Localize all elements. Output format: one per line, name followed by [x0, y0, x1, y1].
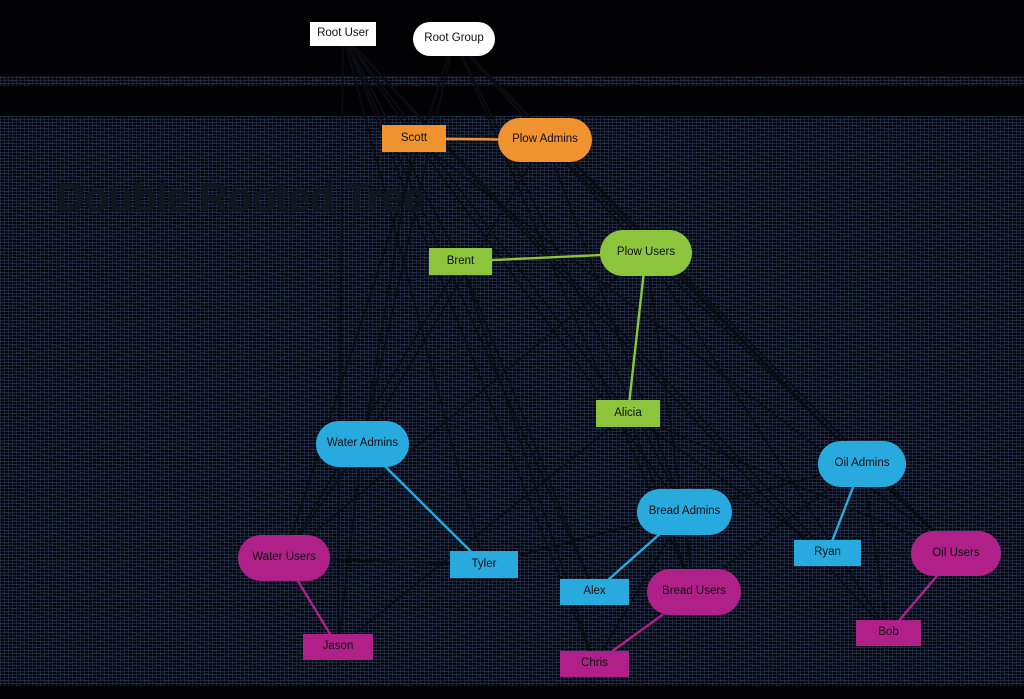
- graph-node-label: Bread Admins: [648, 505, 721, 518]
- graph-node-label: Bread Users: [662, 585, 726, 598]
- graph-node-label: Tyler: [471, 557, 497, 570]
- graph-node-water-admins[interactable]: Water Admins: [316, 421, 409, 467]
- graph-node-label: Plow Users: [616, 246, 676, 259]
- graph-node-label: Jason: [322, 640, 354, 653]
- graph-node-label: Root User: [317, 27, 369, 40]
- graph-node-tyler[interactable]: Tyler: [450, 551, 518, 578]
- graph-node-bob[interactable]: Bob: [856, 620, 921, 646]
- graph-node-label: Plow Admins: [512, 133, 578, 146]
- graph-node-chris[interactable]: Chris: [560, 651, 629, 677]
- graph-node-plow-admins[interactable]: Plow Admins: [498, 118, 592, 162]
- graph-node-label: Alicia: [614, 406, 642, 419]
- graph-edge: [444, 137, 500, 141]
- graph-node-label: Brent: [446, 254, 475, 267]
- graph-node-root-user[interactable]: Root User: [310, 22, 376, 46]
- graph-canvas[interactable]: Double Rooted Tree Root User Root Group Sc…: [0, 0, 1024, 699]
- graph-edge: [384, 465, 472, 553]
- graph-node-label: Scott: [400, 131, 428, 144]
- graph-node-water-users[interactable]: Water Users: [238, 535, 330, 581]
- graph-node-bread-admins[interactable]: Bread Admins: [637, 489, 732, 535]
- graph-node-ryan[interactable]: Ryan: [794, 540, 861, 566]
- graph-edge: [607, 533, 660, 581]
- graph-node-label: Oil Admins: [834, 457, 890, 470]
- graph-edges-layer: [290, 45, 939, 653]
- graph-node-label: Alex: [583, 585, 606, 598]
- graph-node-root-group[interactable]: Root Group: [413, 22, 495, 56]
- graph-node-label: Water Users: [252, 551, 316, 564]
- graph-edge: [885, 486, 934, 532]
- graph-node-label: Oil Users: [932, 546, 980, 559]
- graph-node-alex[interactable]: Alex: [560, 579, 629, 605]
- graph-edge: [831, 485, 855, 542]
- graph-node-scott[interactable]: Scott: [382, 125, 446, 152]
- graph-node-label: Bob: [878, 626, 899, 639]
- graph-node-oil-admins[interactable]: Oil Admins: [818, 441, 906, 487]
- graph-edge: [628, 274, 645, 402]
- graph-node-bread-users[interactable]: Bread Users: [647, 569, 741, 615]
- graph-node-label: Water Admins: [326, 437, 399, 450]
- graph-edge: [422, 151, 669, 490]
- graph-edge: [296, 579, 332, 636]
- page-title: Double Rooted Tree: [56, 176, 425, 220]
- graph-node-label: Chris: [581, 657, 608, 670]
- graph-node-label: Ryan: [814, 546, 841, 559]
- graph-node-plow-users[interactable]: Plow Users: [600, 230, 692, 276]
- graph-node-alicia[interactable]: Alicia: [596, 400, 660, 427]
- graph-node-oil-users[interactable]: Oil Users: [911, 531, 1001, 576]
- graph-edge: [353, 45, 817, 541]
- graph-edge: [898, 574, 939, 622]
- graph-node-brent[interactable]: Brent: [429, 248, 492, 275]
- graph-edge: [337, 45, 344, 635]
- graph-node-label: Root Group: [424, 32, 484, 45]
- graph-edge: [296, 274, 454, 536]
- graph-edge: [338, 466, 361, 635]
- graph-edge: [465, 274, 591, 580]
- graph-node-jason[interactable]: Jason: [303, 634, 373, 660]
- graph-edge: [345, 45, 482, 552]
